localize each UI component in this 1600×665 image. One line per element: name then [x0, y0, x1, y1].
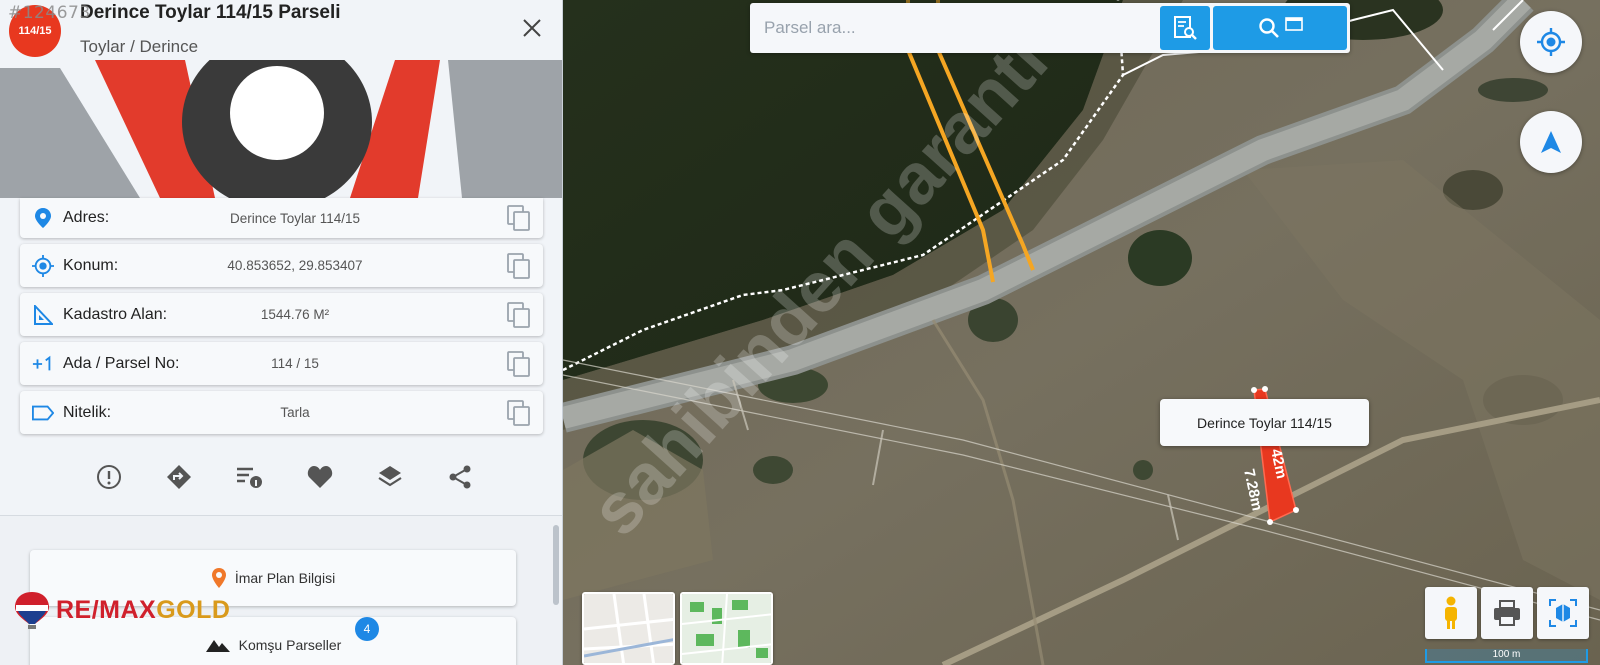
- copy-nitelik-button[interactable]: [506, 399, 532, 427]
- panel-title: Derince Toylar 114/15 Parseli: [80, 2, 341, 23]
- street-view-button[interactable]: [1425, 587, 1477, 639]
- parcel-search-input[interactable]: [764, 12, 1144, 44]
- copy-icon: [507, 205, 530, 231]
- copy-icon: [507, 399, 530, 426]
- layers-button[interactable]: [375, 462, 405, 492]
- navigation-arrow-icon: [1541, 131, 1561, 153]
- alert-icon: [97, 465, 121, 489]
- print-button[interactable]: [1481, 587, 1533, 639]
- header-banner-graphic: [0, 34, 562, 210]
- copy-parcel-no-button[interactable]: [506, 350, 532, 378]
- map-scale-bar: 100 m: [1425, 649, 1588, 663]
- 3d-view-button[interactable]: [1537, 587, 1589, 639]
- copy-location-button[interactable]: [506, 252, 532, 280]
- set-square-icon: [32, 304, 54, 326]
- directions-button[interactable]: [164, 462, 194, 492]
- location-pin-icon: [32, 207, 54, 229]
- info-row-area: Kadastro Alan: 1544.76 M²: [20, 293, 543, 336]
- satellite-imagery: 7.28m 42m sahibinden garanti: [563, 0, 1600, 665]
- scrollbar[interactable]: [553, 525, 559, 605]
- info-value: Derince Toylar 114/15: [229, 210, 361, 226]
- street-map-thumbnail[interactable]: [582, 592, 675, 665]
- remax-wordmark-part2: GOLD: [156, 595, 231, 624]
- panel-subtitle: Toylar / Derince: [80, 37, 199, 56]
- remax-wordmark: RE/MAXGOLD: [56, 596, 230, 625]
- parcel-info-panel: 114/15 Derince Toylar 114/15 Parseli Toy…: [0, 0, 563, 665]
- copy-area-button[interactable]: [506, 301, 532, 329]
- search-button[interactable]: [1213, 6, 1347, 50]
- search-report-button[interactable]: [1160, 6, 1210, 50]
- printer-icon: [1494, 600, 1520, 626]
- heart-icon: [307, 466, 333, 488]
- remax-gold-logo: RE/MAXGOLD: [14, 590, 230, 630]
- copy-icon: [507, 301, 530, 328]
- details-button[interactable]: [234, 462, 264, 492]
- neighbor-count-badge: 4: [355, 617, 379, 641]
- layers-icon: [378, 466, 402, 487]
- locate-me-button[interactable]: [1520, 11, 1582, 73]
- remax-wordmark-part1: RE/MAX: [56, 595, 157, 624]
- info-label: Adres:: [63, 209, 110, 226]
- 3d-building-icon: [1549, 599, 1577, 627]
- info-label: Nitelik:: [63, 403, 112, 421]
- imar-plan-label: İmar Plan Bilgisi: [234, 570, 336, 586]
- parcel-info-list: Adres: Derince Toylar 114/15 Konum: 40.8…: [20, 198, 543, 440]
- compass-button[interactable]: [1520, 111, 1582, 173]
- search-icon: [1259, 18, 1279, 38]
- info-value: 114 / 15: [271, 356, 319, 371]
- close-button[interactable]: [518, 14, 546, 42]
- plus-one-icon: [32, 353, 54, 375]
- favorite-button[interactable]: [305, 462, 335, 492]
- info-label: Kadastro Alan:: [63, 305, 168, 323]
- info-value: 1544.76 M²: [260, 307, 330, 322]
- satellite-map[interactable]: 7.28m 42m sahibinden garanti Derince Toy…: [563, 0, 1600, 665]
- image-watermark: #124673: [8, 3, 91, 23]
- document-search-icon: [1174, 16, 1197, 40]
- directions-icon: [167, 465, 191, 489]
- parcel-map-label[interactable]: Derince Toylar 114/15: [1160, 399, 1369, 446]
- info-label: Ada / Parsel No:: [63, 354, 180, 372]
- copy-address-button[interactable]: [506, 204, 532, 232]
- pegman-icon: [1445, 596, 1457, 629]
- window-icon: [1285, 17, 1303, 31]
- info-row-address: Adres: Derince Toylar 114/15: [20, 198, 543, 238]
- list-info-icon: [237, 467, 262, 488]
- info-row-location: Konum: 40.853652, 29.853407: [20, 244, 543, 287]
- info-row-nitelik: Nitelik: Tarla: [20, 391, 543, 434]
- crosshair-icon: [1537, 28, 1565, 56]
- mountains-icon: [205, 637, 231, 653]
- parcel-map-thumbnail[interactable]: [680, 592, 773, 665]
- copy-icon: [507, 350, 530, 377]
- info-value: 40.853652, 29.853407: [227, 258, 363, 273]
- share-button[interactable]: [445, 462, 475, 492]
- info-row-parcel-no: Ada / Parsel No: 114 / 15: [20, 342, 543, 385]
- map-pin-orange-icon: [211, 567, 227, 589]
- share-icon: [449, 465, 471, 489]
- action-bar: [0, 444, 562, 514]
- report-issue-button[interactable]: [94, 462, 124, 492]
- close-icon: [523, 19, 541, 37]
- crosshair-icon: [32, 254, 54, 277]
- tag-icon: [32, 402, 54, 424]
- copy-icon: [507, 252, 530, 279]
- hot-air-balloon-icon: [15, 592, 49, 629]
- info-label: Konum:: [63, 256, 119, 274]
- parcel-search-bar: [750, 3, 1350, 53]
- info-value: Tarla: [280, 405, 310, 420]
- komsu-parseller-label: Komşu Parseller: [238, 637, 342, 653]
